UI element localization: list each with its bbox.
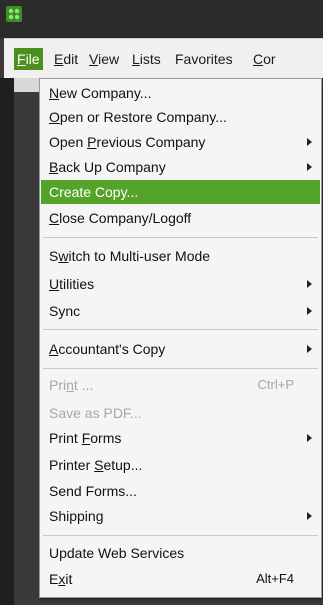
menu-item-print[interactable]: Print ... Ctrl+P (41, 373, 320, 397)
menu-item-send-forms[interactable]: Send Forms... (41, 479, 320, 503)
background-panel (0, 78, 14, 605)
menu-separator (43, 237, 318, 238)
menu-item-create-copy[interactable]: Create Copy... (41, 180, 320, 204)
menu-item-label: View (89, 51, 120, 67)
shortcut-label: Alt+F4 (256, 571, 294, 586)
menu-item-label: Favorites (175, 51, 233, 67)
menu-item-open-previous-company[interactable]: Open Previous Company (41, 130, 320, 154)
menu-separator (43, 329, 318, 330)
submenu-arrow-icon (307, 512, 312, 520)
menu-item-label: Send Forms... (49, 483, 137, 499)
menu-item-label: Printer Setup... (49, 457, 143, 473)
app-logo-icon (6, 6, 22, 22)
menu-item-label: Exit (49, 571, 73, 587)
menu-file[interactable]: File (14, 48, 43, 70)
menu-item-back-up-company[interactable]: Back Up Company (41, 155, 320, 179)
menu-item-exit[interactable]: Exit Alt+F4 (41, 567, 320, 591)
menu-item-switch-multi-user[interactable]: Switch to Multi-user Mode (41, 244, 320, 268)
submenu-arrow-icon (307, 163, 312, 171)
menu-item-label: Utilities (49, 276, 95, 292)
menu-item-label: Open Previous Company (49, 134, 206, 150)
menu-item-label: Shipping (49, 508, 104, 524)
menu-item-label: Save as PDF... (49, 405, 142, 421)
menu-item-accountants-copy[interactable]: Accountant's Copy (41, 337, 320, 361)
background-content (14, 78, 39, 92)
submenu-arrow-icon (307, 434, 312, 442)
menu-item-printer-setup[interactable]: Printer Setup... (41, 453, 320, 477)
menu-item-print-forms[interactable]: Print Forms (41, 426, 320, 450)
menu-item-utilities[interactable]: Utilities (41, 272, 320, 296)
menu-item-label: Close Company/Logoff (49, 210, 192, 226)
menu-lists[interactable]: Lists (129, 48, 164, 70)
shortcut-label: Ctrl+P (257, 377, 294, 392)
menu-separator (43, 535, 318, 536)
menu-item-label: Edit (54, 51, 79, 67)
submenu-arrow-icon (307, 138, 312, 146)
menu-item-sync[interactable]: Sync (41, 299, 320, 323)
menu-item-label: Print Forms (49, 430, 122, 446)
file-menu-dropdown: New Company... Open or Restore Company..… (39, 78, 322, 598)
menu-favorites[interactable]: Favorites (172, 48, 236, 70)
menu-item-label: Accountant's Copy (49, 341, 166, 357)
menu-item-update-web-services[interactable]: Update Web Services (41, 541, 320, 565)
submenu-arrow-icon (307, 280, 312, 288)
title-bar (0, 0, 323, 38)
menu-item-label: Open or Restore Company... (49, 109, 227, 125)
submenu-arrow-icon (307, 345, 312, 353)
menu-view[interactable]: View (86, 48, 122, 70)
menu-separator (43, 368, 318, 369)
menu-item-label: New Company... (49, 85, 152, 101)
submenu-arrow-icon (307, 307, 312, 315)
menu-edit[interactable]: Edit (51, 48, 81, 70)
menu-item-label: Print ... (49, 377, 94, 393)
menu-item-label: File (17, 51, 40, 67)
menu-item-label: Update Web Services (49, 545, 185, 561)
menu-item-label: Create Copy... (49, 184, 139, 200)
menu-item-label: Lists (132, 51, 161, 67)
menu-item-shipping[interactable]: Shipping (41, 504, 320, 528)
menu-item-save-as-pdf[interactable]: Save as PDF... (41, 401, 320, 425)
menu-item-label: Switch to Multi-user Mode (49, 248, 211, 264)
menu-item-close-company[interactable]: Close Company/Logoff (41, 206, 320, 230)
menu-item-open-restore-company[interactable]: Open or Restore Company... (41, 105, 320, 129)
menu-item-new-company[interactable]: New Company... (41, 81, 320, 105)
menu-item-label: Cor (253, 51, 276, 67)
menu-item-label: Sync (49, 303, 81, 319)
menu-company[interactable]: Cor (250, 48, 279, 70)
menu-item-label: Back Up Company (49, 159, 166, 175)
menu-bar: File Edit View Lists Favorites Cor (4, 38, 323, 78)
